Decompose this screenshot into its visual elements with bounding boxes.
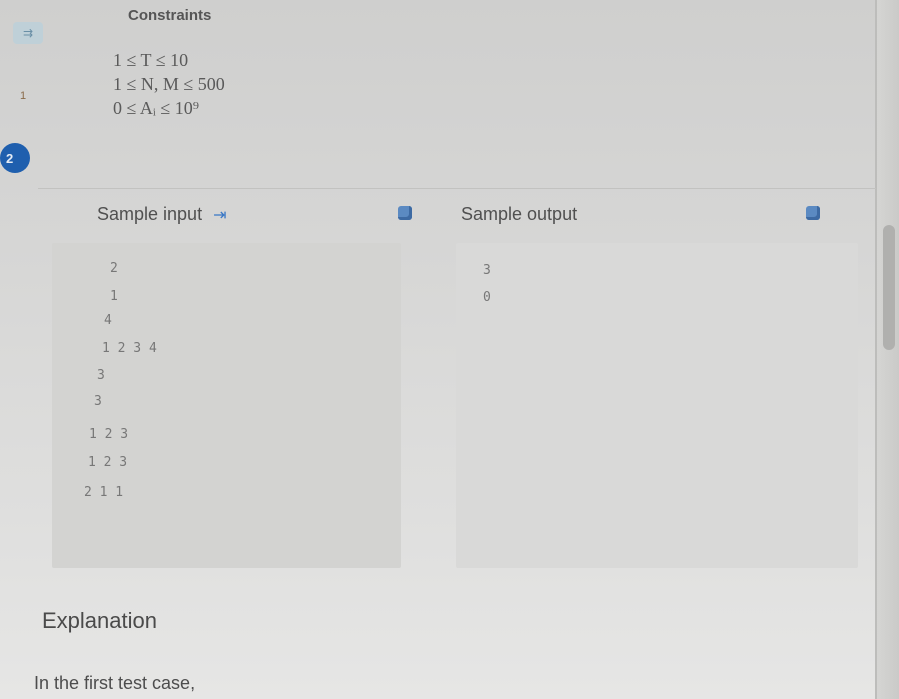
sample-input-line: 2 1 1 <box>84 485 124 500</box>
open-in-editor-icon[interactable]: ⇥ <box>213 205 226 225</box>
sample-input-line: 1 <box>110 289 118 304</box>
copy-output-icon[interactable] <box>806 206 820 220</box>
constraint-line: 0 ≤ Aᵢ ≤ 10⁹ <box>113 98 199 118</box>
sample-input-line: 3 <box>97 368 105 383</box>
sample-input-box: 2 1 4 1 2 3 4 3 3 1 2 3 1 2 3 2 1 1 <box>52 243 401 568</box>
sample-input-line: 1 2 3 <box>88 455 128 470</box>
sample-output-box: 3 0 <box>456 243 858 568</box>
sample-input-line: 1 2 3 <box>89 427 129 442</box>
scrollbar-track[interactable] <box>875 0 899 699</box>
question-number-1[interactable]: 1 <box>20 90 26 102</box>
sample-input-heading: Sample input ⇥ <box>97 204 227 225</box>
sample-output-label: Sample output <box>461 204 578 224</box>
sample-output-line: 3 <box>483 263 491 278</box>
explanation-heading: Explanation <box>42 608 157 633</box>
constraints-list: 1 ≤ T ≤ 10 1 ≤ N, M ≤ 500 0 ≤ Aᵢ ≤ 10⁹ <box>113 48 225 120</box>
sample-input-label: Sample input <box>97 204 203 224</box>
sample-input-line: 3 <box>94 394 102 409</box>
section-divider <box>38 188 876 189</box>
explanation-text: In the first test case, <box>34 673 196 693</box>
constraint-line: 1 ≤ T ≤ 10 <box>113 50 189 70</box>
scrollbar-thumb[interactable] <box>883 225 895 350</box>
sample-input-line: 4 <box>104 313 112 328</box>
panel-toggle-icon[interactable]: ⇉ <box>13 22 43 44</box>
sample-output-line: 0 <box>483 290 491 305</box>
sample-input-line: 2 <box>110 261 118 276</box>
constraints-heading: Constraints <box>128 7 212 24</box>
question-sidebar: ⇉ 1 2 <box>0 0 43 200</box>
sample-input-line: 1 2 3 4 <box>102 341 157 356</box>
question-number-2-active[interactable]: 2 <box>0 143 30 173</box>
constraint-line: 1 ≤ N, M ≤ 500 <box>113 74 225 94</box>
copy-input-icon[interactable] <box>398 206 412 220</box>
